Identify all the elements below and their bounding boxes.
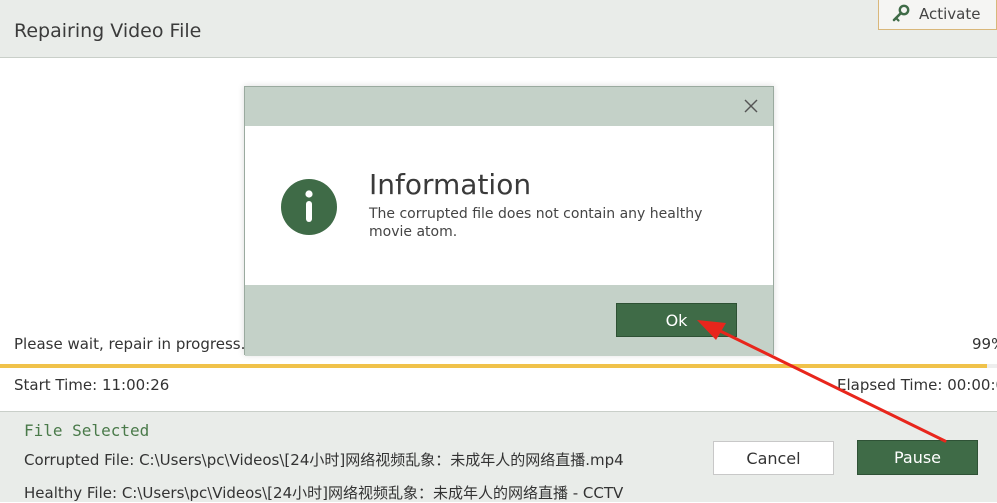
- file-selected-panel: File Selected Corrupted File: C:\Users\p…: [0, 411, 997, 502]
- healthy-file-path: Healthy File: C:\Users\pc\Videos\[24小时]网…: [24, 484, 624, 502]
- dialog-message: The corrupted file does not contain any …: [369, 206, 703, 240]
- cancel-button[interactable]: Cancel: [713, 441, 834, 475]
- progress-status-text: Please wait, repair in progress...: [14, 335, 255, 353]
- dialog-title-bar: [245, 87, 773, 126]
- progress-percent: 99%: [972, 335, 997, 353]
- app-header: Repairing Video File Activate: [0, 0, 997, 58]
- page-title: Repairing Video File: [14, 20, 202, 42]
- dialog-body: Information The corrupted file does not …: [245, 126, 773, 285]
- key-icon: [892, 4, 910, 22]
- dialog-button-bar: Ok: [245, 285, 773, 356]
- pause-button[interactable]: Pause: [857, 440, 978, 475]
- ok-button[interactable]: Ok: [616, 303, 737, 337]
- info-icon: [281, 179, 337, 235]
- elapsed-time: Elapsed Time: 00:00:01: [837, 376, 997, 394]
- information-dialog: Information The corrupted file does not …: [244, 86, 774, 356]
- progress-bar-fill: [0, 364, 988, 368]
- file-selected-heading: File Selected: [24, 421, 150, 440]
- close-icon[interactable]: [743, 98, 759, 114]
- activate-label: Activate: [919, 4, 981, 23]
- activate-button[interactable]: Activate: [878, 0, 997, 30]
- start-time: Start Time: 11:00:26: [14, 376, 170, 394]
- corrupted-file-path: Corrupted File: C:\Users\pc\Videos\[24小时…: [24, 451, 624, 469]
- progress-bar: [0, 364, 997, 368]
- dialog-title: Information: [369, 168, 532, 201]
